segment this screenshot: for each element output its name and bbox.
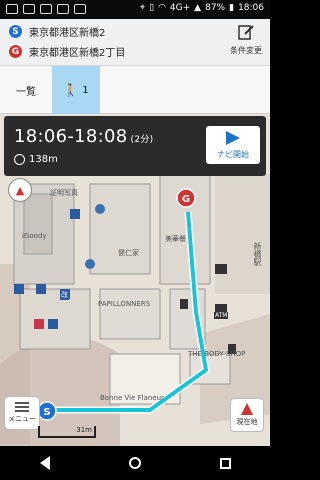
calendar-icon: [57, 4, 69, 14]
mail-icon: [6, 4, 18, 14]
goal-location: 東京都港区新橋2丁目: [29, 48, 126, 59]
wifi-icon: ◠: [158, 3, 166, 13]
svg-text:G: G: [182, 194, 190, 205]
back-icon[interactable]: [39, 456, 50, 470]
goal-row[interactable]: G 東京都港区新橋2丁目: [8, 44, 125, 59]
navigation-arrow-icon: [226, 130, 240, 145]
route-distance: 138m: [14, 154, 58, 165]
distance-value: 138m: [29, 154, 58, 165]
map-label-papillonners: PAPILLONNERS: [98, 300, 151, 308]
battery-icon: ▮: [229, 3, 235, 13]
start-location: 東京都港区新橋2: [29, 28, 106, 39]
distance-icon: [14, 154, 25, 165]
tab-route-1[interactable]: 🚶 1: [52, 66, 100, 114]
home-icon[interactable]: [128, 457, 141, 469]
map-label-igoody: iGoody: [22, 232, 47, 240]
walker-icon: 🚶: [63, 83, 79, 97]
compass-button[interactable]: ▲: [8, 178, 32, 202]
network-type: 4G+: [169, 3, 191, 13]
current-location-label: 現在地: [236, 418, 258, 426]
menu-label: メニュー: [8, 415, 36, 423]
route-info-card: 18:06-18:08 (2分) 138m ナビ開始: [4, 116, 266, 176]
navi-start-label: ナビ開始: [217, 149, 249, 159]
compass-icon: ▲: [15, 183, 25, 197]
map-label-kenjinya: 健仁家: [118, 249, 139, 257]
tab-list[interactable]: 一覧: [0, 66, 52, 114]
system-status: ⌖ ▯ ◠ 4G+ ▲ 87% ▮ 18:06: [140, 3, 264, 13]
map-label-restaurant: 美華餐: [165, 235, 186, 243]
signal-icon: ▲: [194, 3, 202, 13]
condition-change-button[interactable]: 条件変更: [226, 23, 266, 61]
route-tabs: 一覧 🚶 1: [0, 66, 270, 114]
recent-apps-icon[interactable]: [219, 457, 231, 469]
duration: (2分): [130, 135, 154, 145]
status-bar: ⌖ ▯ ◠ 4G+ ▲ 87% ▮ 18:06: [0, 0, 270, 19]
location-arrow-icon: [241, 403, 253, 415]
route-header: S 東京都港区新橋2 G 東京都港区新橋2丁目 条件変更: [0, 19, 270, 66]
scale-label: 31m: [76, 426, 92, 434]
battery-percent: 87%: [205, 3, 226, 13]
map-label-photo-booth: 証明写真: [50, 189, 78, 197]
system-navigation-bar: [0, 446, 270, 480]
map-label-bonne-vie: Bonne Vie Flaneur: [100, 394, 164, 402]
map-label-station: 新橋駅: [253, 242, 262, 266]
vibrate-icon: ▯: [149, 3, 155, 13]
location-icon: ⌖: [140, 3, 146, 13]
start-row[interactable]: S 東京都港区新橋2: [8, 24, 105, 39]
condition-change-label: 条件変更: [230, 46, 262, 55]
gallery-icon: [23, 4, 35, 14]
svg-text:S: S: [43, 407, 50, 418]
current-location-button[interactable]: 現在地: [230, 398, 264, 432]
goal-pin-icon: G: [8, 44, 23, 59]
map-scale: 31m: [38, 426, 96, 438]
navi-start-button[interactable]: ナビ開始: [206, 126, 260, 164]
start-pin-icon: S: [8, 24, 23, 39]
map-label-body-shop: THE BODY SHOP: [188, 350, 246, 358]
route-time: 18:06-18:08 (2分): [14, 126, 154, 147]
menu-icon: [15, 402, 29, 412]
bag-icon: [74, 4, 86, 14]
map-label-gate: 改: [60, 290, 69, 300]
time-range: 18:06-18:08: [14, 126, 128, 147]
notification-icons: [6, 4, 86, 14]
tab-route-1-label: 1: [82, 84, 89, 96]
clock: 18:06: [238, 3, 264, 13]
app-icon: [40, 4, 52, 14]
edit-icon: [238, 25, 254, 40]
tab-list-label: 一覧: [16, 86, 36, 98]
menu-button[interactable]: メニュー: [4, 396, 40, 430]
map-label-atm: ATM: [214, 312, 229, 319]
